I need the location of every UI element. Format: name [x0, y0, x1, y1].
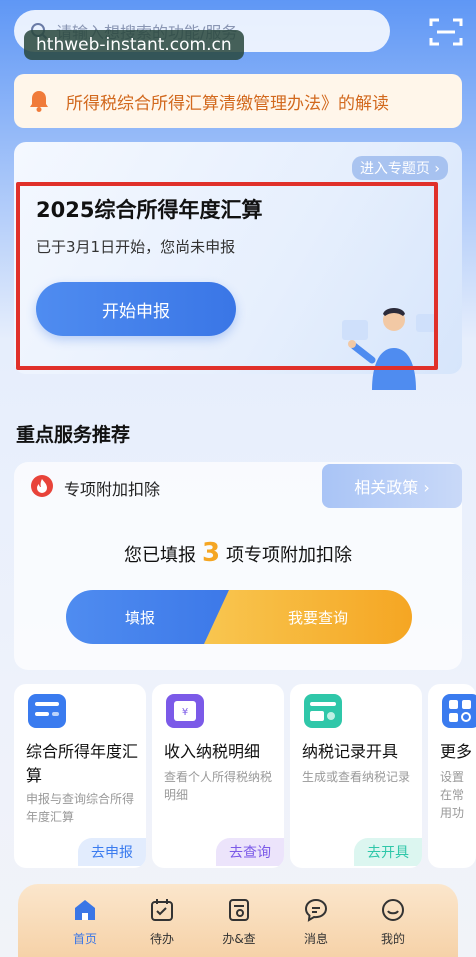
related-policy-button[interactable]: 相关政策 ›: [322, 464, 462, 508]
notice-text: 所得税综合所得汇算清缴管理办法》的解读: [66, 93, 389, 114]
service-title: 更多: [440, 742, 473, 761]
topic-page-link[interactable]: 进入专题页 ›: [351, 156, 448, 180]
tab-label: 我的: [380, 932, 405, 946]
service-tag[interactable]: 去查询: [216, 838, 284, 866]
document-search-icon: [229, 899, 249, 921]
filled-count: 3: [201, 538, 221, 568]
service-desc: 查看个人所得税纳税明细: [164, 770, 273, 802]
calendar-check-icon: [151, 899, 173, 921]
tab-label: 办&查: [222, 932, 256, 946]
notice-bar[interactable]: 所得税综合所得汇算清缴管理办法》的解读: [14, 74, 462, 128]
filled-summary: 您已填报 3 项专项附加扣除: [0, 538, 476, 568]
service-desc: 生成或查看纳税记录: [302, 770, 411, 784]
smile-icon: [382, 899, 404, 921]
message-icon: [304, 898, 328, 922]
tab-home[interactable]: 首页: [53, 896, 117, 952]
tab-mine[interactable]: 我的: [361, 896, 425, 952]
service-card-more[interactable]: 更多 设置在常用功: [428, 684, 476, 868]
service-tag[interactable]: 去开具: [354, 838, 422, 866]
svg-text:¥: ¥: [182, 707, 188, 718]
service-tag[interactable]: 去申报: [78, 838, 146, 866]
section-title: 重点服务推荐: [16, 424, 131, 446]
service-desc: 设置在常用功: [440, 770, 465, 820]
service-title: 综合所得年度汇算: [26, 742, 139, 785]
filled-prefix: 您已填报: [123, 545, 196, 566]
deduction-title: 专项附加扣除: [64, 480, 161, 499]
tab-label: 待办: [149, 932, 174, 946]
scan-icon[interactable]: [428, 16, 464, 48]
service-card-income-details[interactable]: ¥ 收入纳税明细 查看个人所得税纳税明细 去查询: [152, 684, 284, 868]
flame-icon: [31, 475, 53, 497]
grid-icon: [442, 694, 476, 728]
tab-label: 首页: [72, 932, 97, 946]
service-card-tax-record[interactable]: 纳税记录开具 生成或查看纳税记录 去开具: [290, 684, 422, 868]
highlight-frame: [16, 182, 438, 370]
home-icon: [75, 900, 95, 920]
tab-handle-query[interactable]: 办&查: [207, 896, 271, 952]
tab-label: 消息: [303, 932, 328, 946]
watermark: hthweb-instant.com.cn: [24, 30, 244, 60]
wallet-icon: ¥: [166, 694, 204, 728]
filled-suffix: 项专项附加扣除: [226, 545, 353, 566]
service-desc: 申报与查询综合所得年度汇算: [26, 792, 135, 824]
form-icon: [28, 694, 66, 728]
query-button[interactable]: 我要查询: [204, 590, 412, 644]
service-card-annual-settlement[interactable]: 综合所得年度汇算 申报与查询综合所得年度汇算 去申报: [14, 684, 146, 868]
certificate-icon: [304, 694, 342, 728]
bell-icon: [30, 91, 48, 112]
service-title: 收入纳税明细: [164, 742, 261, 761]
service-title: 纳税记录开具: [302, 742, 399, 761]
tab-messages[interactable]: 消息: [284, 896, 348, 952]
tab-todo[interactable]: 待办: [130, 896, 194, 952]
